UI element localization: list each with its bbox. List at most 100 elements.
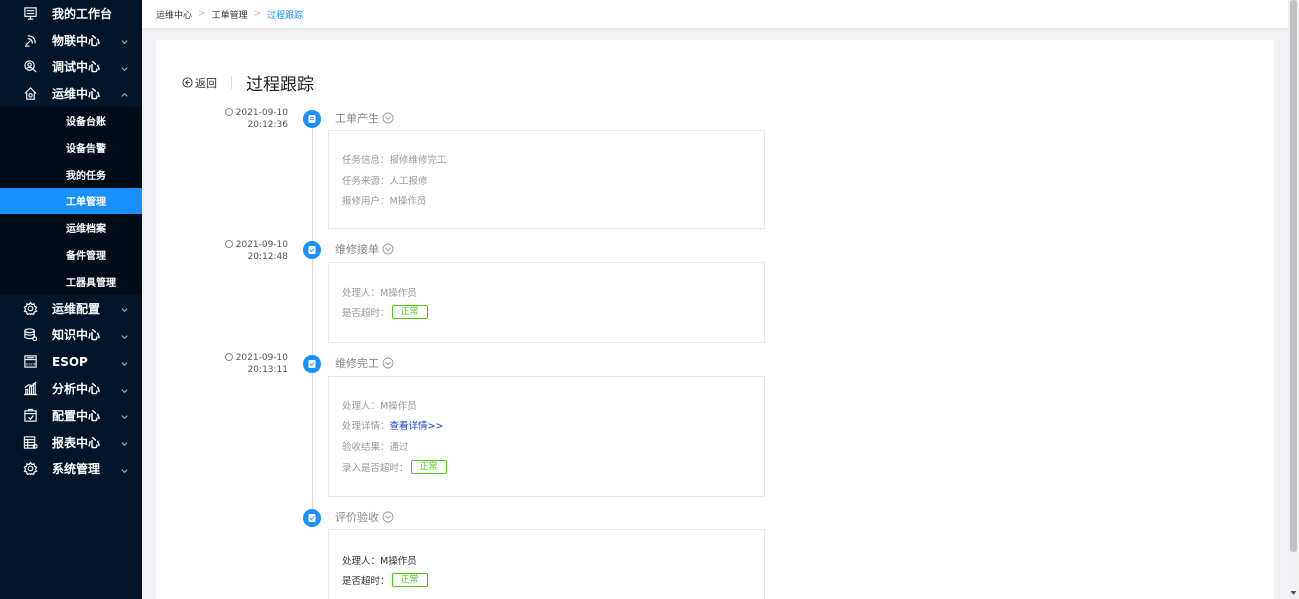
sidebar-subitem-work-orders[interactable]: 工单管理 <box>0 187 142 215</box>
sidebar-subitem-tools[interactable]: 工器具管理 <box>0 268 142 295</box>
chevron-up-icon <box>120 89 130 99</box>
timeline-timestamp: 2021-09-10 20:12:48 <box>224 239 288 263</box>
sidebar-item-label: 系统管理 <box>52 462 101 477</box>
timeline-timestamp: 2021-09-10 20:12:36 <box>224 107 288 131</box>
sidebar-item-ops[interactable]: 运维中心 <box>0 80 142 107</box>
scrollbar[interactable] <box>1288 0 1299 599</box>
chevron-down-icon <box>120 437 130 447</box>
user-search-icon <box>22 59 38 75</box>
view-details-link[interactable]: 查看详情>> <box>390 418 444 432</box>
chevron-circle-down-icon <box>382 112 394 124</box>
sidebar-item-label: 配置中心 <box>52 408 101 423</box>
sidebar-item-label: 我的工作台 <box>52 6 113 21</box>
task-icon <box>303 355 321 373</box>
svg-text:ESOP: ESOP <box>26 363 37 367</box>
timeline-step-details: 处理人： M操作员 处理详情： 查看详情>> 验收结果： 通过 录入是否超时： 正常 <box>328 376 765 497</box>
esop-icon: ESOP <box>22 354 38 370</box>
sidebar-subitem-device-ledger[interactable]: 设备台账 <box>0 107 142 134</box>
detail-row: 是否超时： 正常 <box>342 305 428 319</box>
box-icon <box>22 407 38 423</box>
sidebar-subitem-device-alarm[interactable]: 设备告警 <box>0 134 142 161</box>
knowledge-icon <box>22 327 38 343</box>
sidebar-item-label: 运维配置 <box>52 301 101 316</box>
detail-row: 处理详情： 查看详情>> <box>342 418 443 432</box>
breadcrumb-separator-icon: > <box>198 9 206 19</box>
sidebar-item-reports[interactable]: 报表中心 <box>0 429 142 456</box>
timeline-line <box>312 120 313 520</box>
sidebar-item-system[interactable]: 系统管理 <box>0 456 142 483</box>
task-icon <box>303 509 321 527</box>
chevron-down-icon <box>120 357 130 367</box>
chevron-circle-down-icon <box>382 511 394 523</box>
back-button[interactable]: 返回 <box>182 75 217 91</box>
sidebar-subitem-ops-archive[interactable]: 运维档案 <box>0 214 142 241</box>
sidebar-item-analysis[interactable]: 分析中心 <box>0 375 142 402</box>
breadcrumb-item-ops[interactable]: 运维中心 <box>156 8 192 21</box>
task-icon <box>303 241 321 259</box>
sidebar-subitem-spare-parts[interactable]: 备件管理 <box>0 241 142 268</box>
sidebar-item-workbench[interactable]: 我的工作台 <box>0 0 142 27</box>
chevron-down-icon <box>120 35 130 45</box>
home-gear-icon <box>22 86 38 102</box>
main-card: 返回 过程跟踪 2021-09-10 20:12:36 工单产生 任务信息： 报修… <box>156 40 1274 599</box>
sidebar-item-label: 报表中心 <box>52 435 101 450</box>
sidebar-item-iot[interactable]: 物联中心 <box>0 27 142 54</box>
sidebar-item-label: 调试中心 <box>52 60 101 75</box>
timeline-step-title[interactable]: 工单产生 <box>335 110 394 126</box>
chevron-down-icon <box>120 62 130 72</box>
ops-submenu: 设备台账 设备告警 我的任务 工单管理 运维档案 备件管理 工器具管理 <box>0 107 142 295</box>
clock-icon <box>224 353 233 361</box>
report-icon <box>22 434 38 450</box>
timeline-step-details: 处理人： M操作员 是否超时： 正常 <box>328 529 765 599</box>
detail-row: 处理人： M操作员 <box>342 556 417 567</box>
page-title: 过程跟踪 <box>246 75 314 95</box>
timeline-step-details: 处理人： M操作员 是否超时： 正常 <box>328 262 765 343</box>
chevron-down-icon <box>120 464 130 474</box>
breadcrumb-item-work-orders[interactable]: 工单管理 <box>212 8 248 21</box>
scroll-down-arrow-icon[interactable] <box>1290 590 1297 596</box>
timeline-step-title[interactable]: 维修接单 <box>335 241 394 257</box>
sidebar-item-label: 分析中心 <box>52 382 101 397</box>
breadcrumb: 运维中心 > 工单管理 > 过程跟踪 <box>142 0 1288 28</box>
chevron-down-icon <box>120 384 130 394</box>
sidebar-item-label: 运维中心 <box>52 87 101 102</box>
chevron-circle-down-icon <box>382 357 394 369</box>
config-gear-icon <box>22 300 38 316</box>
detail-row: 是否超时： 正常 <box>342 573 428 587</box>
timeline-step-title[interactable]: 维修完工 <box>335 355 394 371</box>
scrollbar-thumb[interactable] <box>1290 0 1297 552</box>
timeline-step-title[interactable]: 评价验收 <box>335 509 394 525</box>
chevron-down-icon <box>120 303 130 313</box>
sidebar-item-label: ESOP <box>52 354 88 369</box>
monitor-icon <box>22 5 38 21</box>
detail-row: 任务来源： 人工报修 <box>342 176 428 187</box>
satellite-icon <box>22 32 38 48</box>
breadcrumb-item-current: 过程跟踪 <box>267 10 304 21</box>
chevron-down-icon <box>120 330 130 340</box>
sidebar: 我的工作台 物联中心 调试中心 运维中心 设备台账 设备告警 我的任务 工单管理… <box>0 0 142 599</box>
page-header: 返回 过程跟踪 <box>182 70 314 95</box>
detail-row: 报修用户： M操作员 <box>342 196 427 207</box>
sidebar-item-debug[interactable]: 调试中心 <box>0 54 142 81</box>
clock-icon <box>224 108 233 116</box>
status-badge: 正常 <box>391 305 428 319</box>
sidebar-item-esop[interactable]: ESOP ESOP <box>0 348 142 375</box>
clock-icon <box>224 240 233 248</box>
timeline-step-details: 任务信息： 报修维修完工 任务来源： 人工报修 报修用户： M操作员 <box>328 130 765 229</box>
status-badge: 正常 <box>391 573 428 587</box>
sidebar-item-config-center[interactable]: 配置中心 <box>0 402 142 429</box>
doc-icon <box>303 110 321 128</box>
settings-icon <box>22 461 38 477</box>
sidebar-item-knowledge[interactable]: 知识中心 <box>0 322 142 349</box>
chevron-circle-down-icon <box>382 243 394 255</box>
sidebar-subitem-my-tasks[interactable]: 我的任务 <box>0 161 142 188</box>
back-button-label: 返回 <box>195 76 217 90</box>
sidebar-item-label: 知识中心 <box>52 328 101 343</box>
sidebar-item-ops-config[interactable]: 运维配置 <box>0 295 142 322</box>
status-badge: 正常 <box>410 460 447 474</box>
detail-row: 验收结果： 通过 <box>342 442 409 453</box>
back-arrow-icon <box>182 77 193 88</box>
header-divider <box>231 76 232 89</box>
timeline-timestamp: 2021-09-10 20:13:11 <box>224 352 288 376</box>
chevron-down-icon <box>120 410 130 420</box>
